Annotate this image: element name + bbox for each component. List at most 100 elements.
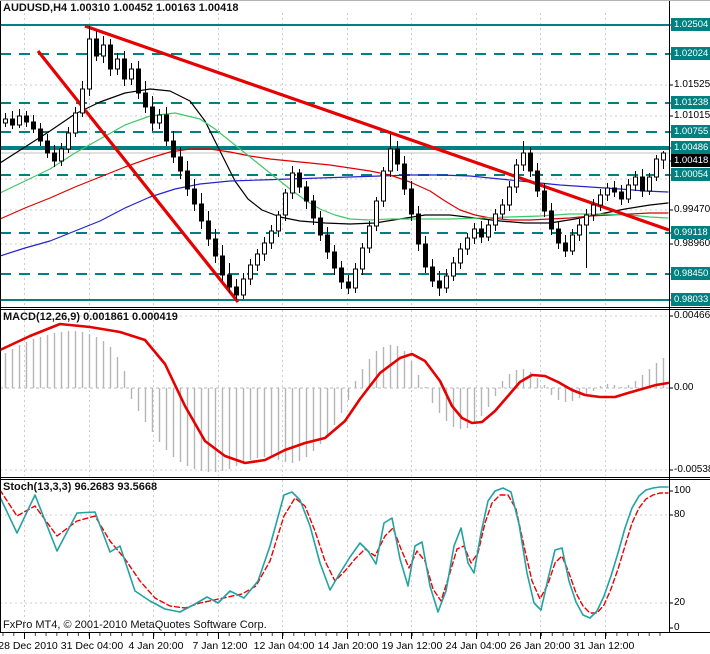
- candle-body: [388, 148, 393, 172]
- candle-body: [500, 204, 505, 215]
- candle-body: [430, 266, 435, 282]
- candle-body: [234, 286, 239, 296]
- candle-body: [10, 118, 15, 126]
- candle-body: [241, 278, 246, 296]
- candle-body: [598, 194, 603, 206]
- candle-body: [269, 230, 274, 244]
- ma-black: [0, 88, 669, 225]
- price-level-label: 1.00486: [671, 141, 710, 154]
- price-level-label: 1.00054: [671, 168, 710, 181]
- candle-body: [185, 170, 190, 190]
- mt4-chart-window: AUDUSD,H4 1.00310 1.00452 1.00163 1.0041…: [0, 0, 710, 654]
- candle-body: [444, 275, 449, 289]
- price-level-label: 0.98033: [671, 293, 710, 306]
- time-axis-label: 31 Dec 04:00: [60, 640, 124, 652]
- candle-body: [248, 264, 253, 280]
- candle-body: [605, 187, 610, 196]
- candle-body: [409, 188, 414, 215]
- candle-body: [304, 186, 309, 202]
- candle-body: [206, 220, 211, 240]
- candle-body: [416, 213, 421, 245]
- time-axis-label: 26 Jan 20:00: [509, 640, 571, 652]
- candle-body: [318, 217, 323, 236]
- candle-body: [367, 225, 372, 249]
- ma-red: [0, 148, 669, 221]
- candle-body: [542, 190, 547, 212]
- candle-body: [157, 114, 162, 124]
- candle-body: [528, 152, 533, 172]
- candle-body: [45, 140, 50, 154]
- candle-body: [311, 200, 316, 219]
- candle-body: [38, 128, 43, 142]
- time-axis-label: 24 Jan 04:00: [445, 640, 507, 652]
- candle-body: [556, 228, 561, 244]
- time-axis-label: 14 Jan 20:00: [317, 640, 379, 652]
- macd-scale-label: -0.00538: [674, 464, 710, 475]
- stoch-scale-label: 80: [674, 509, 686, 520]
- price-scale-label: 1.01015: [674, 110, 710, 121]
- price-level-label: 1.00755: [671, 125, 710, 138]
- candle-body: [213, 238, 218, 257]
- candle-body: [87, 38, 92, 90]
- candle-body: [52, 152, 57, 162]
- candle-body: [136, 68, 141, 94]
- stoch-k-line: [0, 486, 669, 619]
- stoch-indicator-header: Stoch(13,3,3) 96.2683 93.5668: [3, 481, 158, 493]
- candle-body: [661, 152, 666, 161]
- candle-body: [24, 115, 29, 123]
- candle-body: [563, 242, 568, 252]
- candle-body: [395, 148, 400, 165]
- current-price-label: 1.00418: [671, 154, 710, 167]
- candle-body: [619, 191, 624, 200]
- candle-body: [262, 242, 267, 255]
- price-scale-label: 0.98960: [674, 238, 710, 249]
- candle-body: [297, 172, 302, 188]
- candle-body: [633, 176, 638, 186]
- candle-body: [549, 210, 554, 230]
- candle-body: [472, 228, 477, 239]
- stoch-scale-label: 0: [674, 622, 680, 633]
- candle-body: [507, 186, 512, 206]
- candle-body: [73, 112, 78, 134]
- time-axis-label: 19 Jan 12:00: [381, 640, 443, 652]
- candle-body: [171, 140, 176, 158]
- price-level-label: 1.02024: [671, 47, 710, 60]
- price-level-label: 0.98450: [671, 267, 710, 280]
- candle-body: [374, 200, 379, 227]
- candle-body: [423, 243, 428, 268]
- candle-body: [514, 164, 519, 188]
- candle-body: [535, 170, 540, 192]
- candle-body: [458, 248, 463, 264]
- macd-indicator-header: MACD(12,26,9) 0.001861 0.000419: [3, 311, 178, 323]
- chart-canvas[interactable]: [0, 1, 710, 654]
- candle-body: [290, 172, 295, 194]
- candle-body: [178, 156, 183, 172]
- candle-body: [437, 280, 442, 289]
- price-scale-label: 0.99470: [674, 204, 710, 215]
- candle-body: [108, 44, 113, 70]
- candle-body: [339, 267, 344, 283]
- candle-body: [227, 274, 232, 288]
- candle-body: [59, 148, 64, 162]
- candle-body: [353, 268, 358, 289]
- candle-body: [591, 204, 596, 216]
- candle-body: [402, 163, 407, 190]
- candle-body: [647, 176, 652, 192]
- candle-body: [640, 176, 645, 192]
- candle-body: [101, 44, 106, 57]
- candle-body: [276, 214, 281, 232]
- time-axis-label: 7 Jan 12:00: [192, 640, 248, 652]
- stoch-d-line: [0, 489, 669, 614]
- macd-scale-label: 0.00: [674, 382, 694, 393]
- candle-body: [577, 224, 582, 236]
- stoch-scale-label: 20: [674, 597, 686, 608]
- time-axis-label: 31 Jan 12:00: [573, 640, 635, 652]
- candle-body: [451, 262, 456, 277]
- candle-body: [94, 38, 99, 57]
- candle-body: [479, 228, 484, 238]
- candle-body: [150, 106, 155, 124]
- candle-body: [122, 58, 127, 80]
- candle-body: [486, 224, 491, 238]
- candle-body: [612, 187, 617, 193]
- candle-body: [584, 214, 589, 226]
